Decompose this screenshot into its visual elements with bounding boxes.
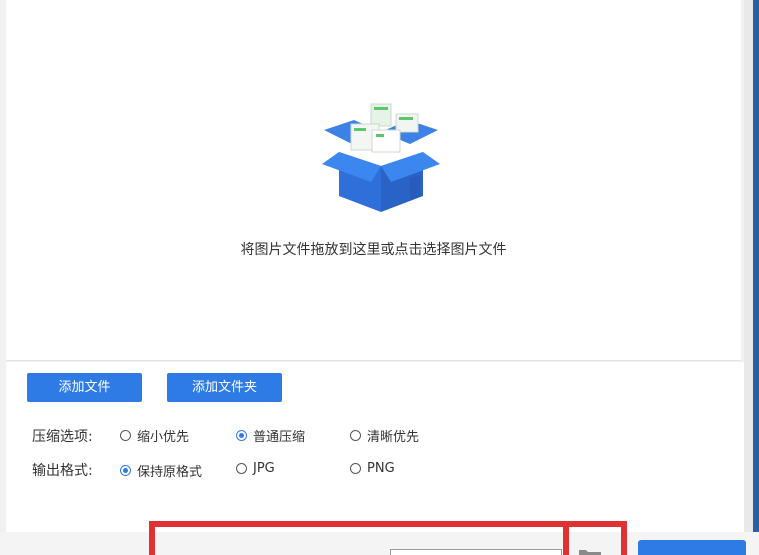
add-file-button[interactable]: 添加文件 bbox=[27, 373, 142, 402]
highlight-divider bbox=[563, 527, 569, 555]
radio-checked-icon bbox=[120, 465, 131, 476]
format-option-jpg[interactable]: JPG bbox=[236, 461, 275, 476]
output-path-input[interactable] bbox=[390, 549, 562, 555]
radio-label: PNG bbox=[367, 461, 395, 476]
compression-option-clarity[interactable]: 清晰优先 bbox=[350, 426, 419, 445]
start-compress-button[interactable] bbox=[638, 540, 746, 555]
format-option-keep-original[interactable]: 保持原格式 bbox=[120, 461, 202, 480]
radio-icon bbox=[350, 430, 361, 441]
window-scrollbar[interactable] bbox=[753, 0, 759, 555]
compression-label: 压缩选项: bbox=[32, 429, 93, 445]
drop-hint-text: 将图片文件拖放到这里或点击选择图片文件 bbox=[240, 242, 507, 258]
compression-option-normal[interactable]: 普通压缩 bbox=[236, 426, 305, 445]
radio-label: 保持原格式 bbox=[137, 465, 203, 480]
radio-label: 普通压缩 bbox=[253, 430, 306, 445]
open-box-with-images-icon bbox=[322, 103, 440, 212]
add-folder-button[interactable]: 添加文件夹 bbox=[167, 373, 282, 402]
radio-label: 缩小优先 bbox=[137, 430, 190, 445]
radio-checked-icon bbox=[236, 430, 247, 441]
format-option-png[interactable]: PNG bbox=[350, 461, 395, 476]
drop-zone[interactable]: 将图片文件拖放到这里或点击选择图片文件 bbox=[6, 0, 741, 361]
options-panel: 添加文件 添加文件夹 压缩选项: 缩小优先 普通压缩 清晰优先 输出格式: 保持… bbox=[6, 362, 744, 532]
compression-option-smallest[interactable]: 缩小优先 bbox=[120, 426, 189, 445]
output-format-label: 输出格式: bbox=[32, 463, 93, 479]
folder-icon[interactable] bbox=[578, 548, 602, 555]
radio-label: 清晰优先 bbox=[367, 430, 420, 445]
radio-label: JPG bbox=[253, 461, 275, 476]
radio-icon bbox=[120, 430, 131, 441]
window-edge bbox=[744, 0, 753, 555]
radio-icon bbox=[236, 463, 247, 474]
radio-icon bbox=[350, 463, 361, 474]
